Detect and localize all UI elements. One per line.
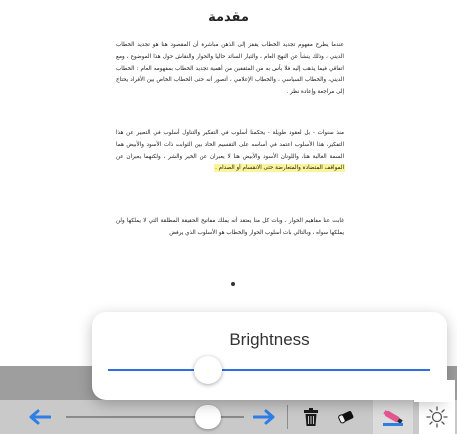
previous-page-button[interactable] bbox=[26, 400, 54, 434]
page-slider[interactable] bbox=[66, 400, 244, 434]
eraser-button[interactable] bbox=[330, 400, 362, 434]
brightness-slider[interactable] bbox=[108, 356, 430, 384]
arrow-left-icon bbox=[29, 409, 51, 425]
page-dot bbox=[231, 282, 235, 286]
brightness-track-fill bbox=[108, 369, 194, 371]
document-paragraph-1: عندما يطرح مفهوم تجديد الخطاب يقفز إلى ا… bbox=[116, 42, 344, 96]
popover-tail bbox=[414, 380, 455, 402]
page-slider-knob[interactable] bbox=[195, 405, 222, 429]
brightness-icon bbox=[426, 406, 448, 428]
eraser-icon bbox=[338, 411, 354, 424]
brightness-track bbox=[221, 369, 430, 371]
document-paragraph-2: منذ سنوات - بل لعقود طويلة - يحكمنا أسلو… bbox=[116, 128, 344, 175]
highlighter-icon bbox=[383, 410, 403, 426]
arrow-right-icon bbox=[253, 409, 275, 425]
toolbar-divider bbox=[287, 405, 288, 429]
brightness-slider-knob[interactable] bbox=[193, 356, 222, 384]
document-title: مقدمة bbox=[208, 10, 249, 25]
document-paragraph-3: غابت عنا مفاهيم الحوار ، وبات كل منا يعت… bbox=[116, 218, 344, 236]
paragraph-2-text: منذ سنوات - بل لعقود طويلة - يحكمنا أسلو… bbox=[116, 130, 344, 160]
brightness-popover: Brightness bbox=[92, 312, 447, 400]
brightness-button[interactable] bbox=[419, 400, 455, 434]
highlighter-button[interactable] bbox=[373, 400, 413, 434]
highlighted-text[interactable]: المواقف المتضادة والمتعارضة حتى الانقسام… bbox=[215, 165, 344, 172]
brightness-title: Brightness bbox=[229, 330, 310, 349]
next-page-button[interactable] bbox=[250, 400, 278, 434]
trash-icon bbox=[304, 408, 318, 426]
bottom-toolbar bbox=[0, 400, 457, 434]
delete-button[interactable] bbox=[295, 400, 327, 434]
